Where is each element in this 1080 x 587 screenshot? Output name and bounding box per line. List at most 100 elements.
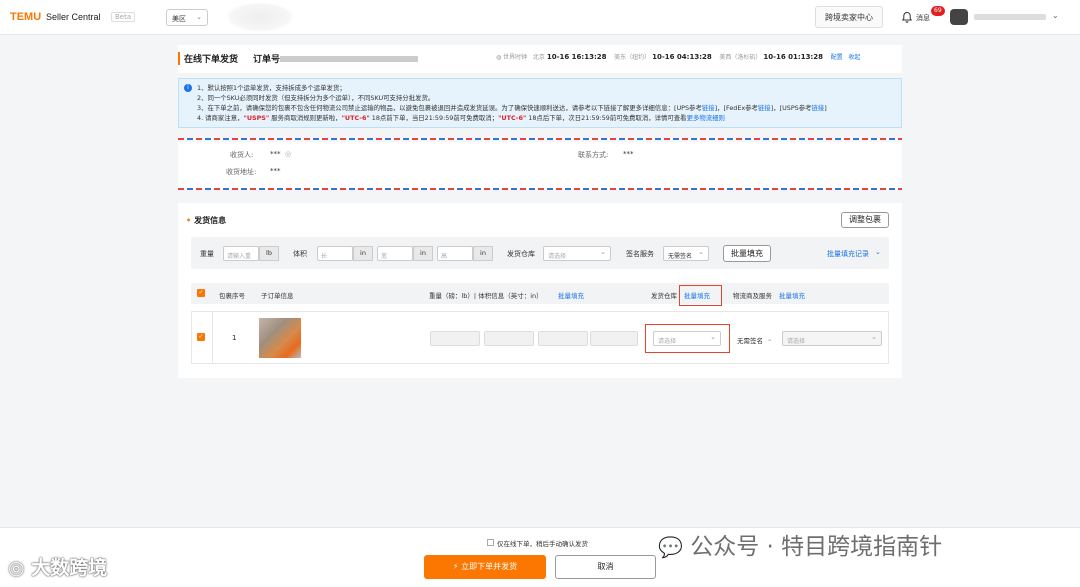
chevron-down-icon[interactable]: ⌄ bbox=[1052, 11, 1059, 20]
online-only-checkbox[interactable] bbox=[487, 539, 494, 546]
weight-field[interactable] bbox=[430, 331, 480, 346]
page-title: 在线下单发货 bbox=[178, 52, 238, 65]
receiver-info: 收货人: *** ◎ 收货地址: *** 联系方式: *** bbox=[178, 142, 902, 188]
cross-border-center-button[interactable]: 跨境卖家中心 bbox=[815, 6, 883, 28]
watermark-right: 💬 公众号 · 特目跨境指南针 bbox=[658, 527, 942, 561]
volume-label: 体积 bbox=[293, 250, 307, 258]
airmail-border bbox=[178, 188, 902, 190]
row-checkbox[interactable]: ✓ bbox=[197, 333, 205, 341]
us-east-label: 美东（纽约） bbox=[614, 54, 651, 61]
select-all-checkbox[interactable]: ✓ bbox=[197, 289, 205, 297]
receiver-address-label: 收货地址: bbox=[226, 168, 257, 176]
decorative-globe bbox=[226, 2, 294, 32]
watermark-left: ◎ 大数跨境 bbox=[8, 553, 107, 580]
usps-link[interactable]: 链接 bbox=[812, 104, 825, 112]
highlight-box bbox=[645, 324, 730, 353]
length-field[interactable] bbox=[484, 331, 534, 346]
order-header: 在线下单发货 订单号: ◍ 世界时钟 北京 10-16 16:13:28 美东（… bbox=[178, 45, 902, 73]
contact-value: *** bbox=[623, 150, 634, 158]
globe-icon: ◍ bbox=[496, 54, 502, 61]
bulk-fill-bar: 重量 请输入重 lb 体积 长 in 宽 in 高 in 发货仓库 请选择 签名… bbox=[191, 237, 889, 269]
bell-icon[interactable] bbox=[901, 11, 913, 23]
width-input[interactable]: 宽 bbox=[377, 246, 413, 261]
notice-text: 18点前下单，当日21:59:59前可免费取消； bbox=[371, 114, 499, 122]
logistics-rules-link[interactable]: 更多物流细则 bbox=[687, 114, 725, 122]
weight-unit: lb bbox=[259, 246, 279, 261]
notifications-label[interactable]: 消息 bbox=[916, 13, 930, 23]
product-thumbnail[interactable] bbox=[259, 318, 301, 358]
weight-bulk-fill-link[interactable]: 批量填充 bbox=[558, 290, 584, 300]
notice-text: 3、在下单之前，请确保您的包裹不包含任何物流公司禁止运输的物品，以避免包裹被退回… bbox=[197, 104, 702, 112]
col-logistics: 物流商及服务 bbox=[733, 292, 772, 300]
info-icon: i bbox=[184, 84, 192, 92]
table-header: ✓ 包裹序号 子订单信息 重量（磅：lb）| 体积信息（英寸：in） 批量填充 … bbox=[191, 283, 889, 304]
length-input[interactable]: 长 bbox=[317, 246, 353, 261]
warehouse-label: 发货仓库 bbox=[507, 250, 535, 258]
shipping-info-section: 发货信息 调整包裹 重量 请输入重 lb 体积 长 in 宽 in 高 in 发… bbox=[178, 203, 902, 378]
seller-central-label: Seller Central bbox=[46, 12, 101, 22]
height-unit: in bbox=[473, 246, 493, 261]
region-value: 美区 bbox=[172, 15, 186, 23]
height-input[interactable]: 高 bbox=[437, 246, 473, 261]
width-field[interactable] bbox=[538, 331, 588, 346]
submit-ship-button[interactable]: ⚡ 立即下单并发货 bbox=[424, 555, 546, 579]
bulk-fill-button[interactable]: 批量填充 bbox=[723, 245, 771, 262]
notice-text: ]，[USPS参考 bbox=[770, 104, 812, 112]
height-field[interactable] bbox=[590, 331, 638, 346]
world-clock-label: 世界时钟 bbox=[503, 54, 528, 61]
temu-logo[interactable]: TEMU bbox=[10, 11, 41, 23]
divider bbox=[212, 312, 213, 363]
bulk-fill-record-link[interactable]: 批量填充记录 bbox=[827, 249, 869, 259]
chevron-down-icon[interactable]: ⌄ bbox=[875, 248, 881, 256]
col-weight-volume: 重量（磅：lb）| 体积信息（英寸：in） bbox=[429, 292, 543, 300]
top-bar: TEMU Seller Central Beta 美区 ⌄ 跨境卖家中心 消息 6… bbox=[0, 0, 1080, 35]
length-unit: in bbox=[353, 246, 373, 261]
notice-text: ]，[FedEx参考 bbox=[714, 104, 758, 112]
us-east-time: 10-16 04:13:28 bbox=[652, 53, 712, 61]
row-signature-value[interactable]: 无需签名 bbox=[737, 335, 763, 345]
lightning-icon: ⚡ bbox=[452, 562, 459, 571]
col-suborder: 子订单信息 bbox=[261, 292, 294, 300]
wechat-icon: 💬 bbox=[658, 535, 683, 559]
eye-icon[interactable]: ◎ bbox=[285, 150, 291, 158]
package-index: 1 bbox=[232, 334, 237, 342]
notice-line-2: 2、同一个SKU必须同时发货（但支持拆分为多个运单），不同SKU可支持分批发货。 bbox=[197, 94, 435, 102]
signature-select[interactable]: 无需签名 bbox=[663, 246, 709, 261]
receiver-name-label: 收货人: bbox=[230, 151, 254, 159]
submit-label: 立即下单并发货 bbox=[461, 562, 518, 571]
avatar[interactable] bbox=[950, 9, 968, 25]
chevron-down-icon: ⌄ bbox=[196, 13, 202, 21]
cancel-button[interactable]: 取消 bbox=[555, 555, 656, 579]
notice-banner: i 1、默认按照1个运单发货，支持拆成多个运单发货； 2、同一个SKU必须同时发… bbox=[178, 78, 902, 128]
clock-config-link[interactable]: 配置 bbox=[831, 54, 843, 61]
logistics-bulk-fill-link[interactable]: 批量填充 bbox=[779, 290, 805, 300]
warehouse-select[interactable]: 请选择 bbox=[543, 246, 611, 261]
usps-highlight: "USPS" bbox=[243, 114, 270, 122]
adjust-package-button[interactable]: 调整包裹 bbox=[841, 212, 889, 228]
username-blurred[interactable] bbox=[974, 14, 1046, 20]
notice-text: 18点后下单，次日21:59:59前可免费取消，详情可查看 bbox=[528, 114, 687, 122]
notice-text: 4. 请商家注意， bbox=[197, 114, 244, 122]
airmail-border bbox=[178, 138, 902, 140]
ups-link[interactable]: 链接 bbox=[702, 104, 715, 112]
receiver-address-value: *** bbox=[270, 167, 281, 175]
weight-input[interactable]: 请输入重 bbox=[223, 246, 259, 261]
beijing-time: 10-16 16:13:28 bbox=[546, 53, 607, 61]
notice-text: 服务商取消规则更新啦， bbox=[271, 114, 342, 122]
row-logistics-select[interactable]: 请选择 bbox=[782, 331, 882, 346]
chevron-down-icon[interactable]: ⌄ bbox=[767, 335, 772, 343]
fedex-link[interactable]: 链接 bbox=[758, 104, 771, 112]
notice-text: ] bbox=[824, 104, 827, 112]
online-only-label[interactable]: 仅在线下单，稍后手动确认发货 bbox=[497, 538, 588, 548]
col-warehouse: 发货仓库 bbox=[651, 292, 677, 300]
notice-line-3: 3、在下单之前，请确保您的包裹不包含任何物流公司禁止运输的物品，以避免包裹被退回… bbox=[197, 103, 893, 113]
watermark-left-text: 大数跨境 bbox=[31, 557, 108, 579]
watermark-logo-icon: ◎ bbox=[8, 557, 25, 579]
col-package: 包裹序号 bbox=[219, 292, 245, 300]
beijing-label: 北京 bbox=[532, 54, 545, 61]
utc-highlight: "UTC-6" bbox=[341, 114, 370, 122]
table-row: ✓ 1 请选择 无需签名 ⌄ 请选择 bbox=[191, 311, 889, 364]
clock-collapse-link[interactable]: 收起 bbox=[848, 54, 860, 61]
width-unit: in bbox=[413, 246, 433, 261]
region-select[interactable]: 美区 ⌄ bbox=[166, 9, 208, 26]
